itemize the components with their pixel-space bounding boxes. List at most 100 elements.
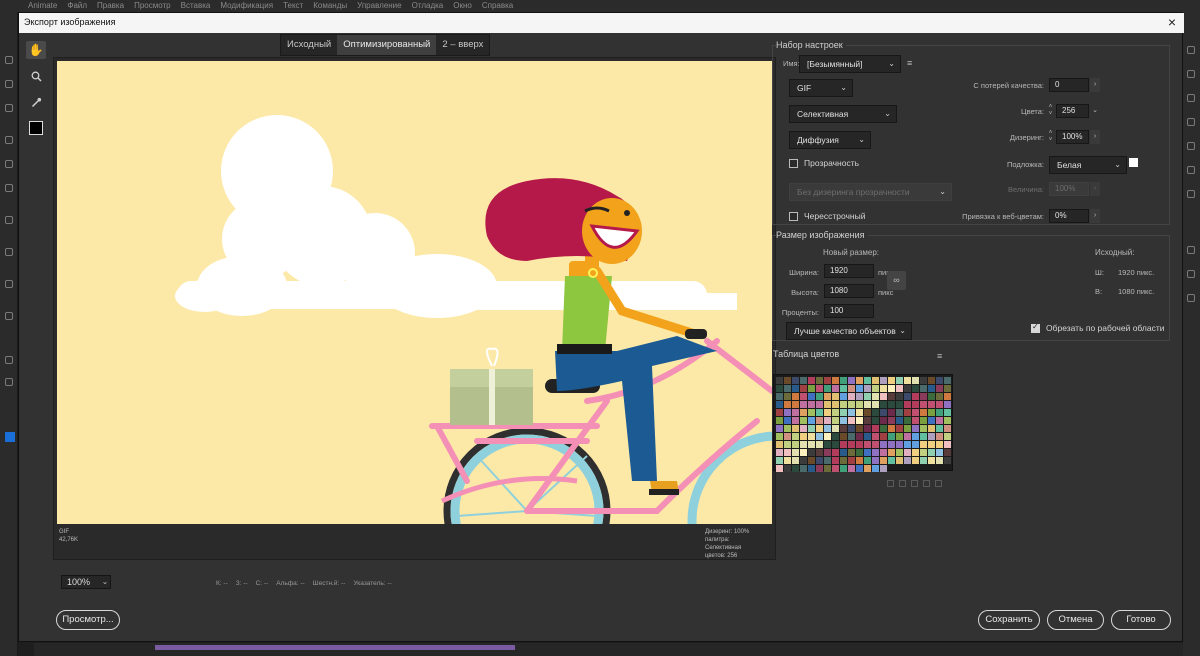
color-table-swatch[interactable] <box>784 409 791 416</box>
color-table-swatch[interactable] <box>944 433 951 440</box>
color-table-swatch[interactable] <box>872 457 879 464</box>
color-table-swatch[interactable] <box>872 465 879 472</box>
color-table-swatch[interactable] <box>864 457 871 464</box>
color-table-swatch[interactable] <box>816 401 823 408</box>
color-table-swatch[interactable] <box>904 449 911 456</box>
color-table-swatch[interactable] <box>864 385 871 392</box>
color-table-swatch[interactable] <box>808 449 815 456</box>
color-table-swatch[interactable] <box>808 457 815 464</box>
color-table-swatch[interactable] <box>896 433 903 440</box>
color-table-swatch[interactable] <box>944 409 951 416</box>
color-table-swatch[interactable] <box>824 433 831 440</box>
hand-tool-icon[interactable] <box>5 356 13 364</box>
color-table-swatch[interactable] <box>872 409 879 416</box>
color-table-swatch[interactable] <box>936 409 943 416</box>
color-table-swatch[interactable] <box>880 401 887 408</box>
color-table-swatch[interactable] <box>824 425 831 432</box>
color-table-swatch[interactable] <box>832 393 839 400</box>
color-table-swatch[interactable] <box>944 401 951 408</box>
color-table-swatch[interactable] <box>840 377 847 384</box>
brush-tool-icon[interactable] <box>5 160 13 168</box>
color-table-swatch[interactable] <box>848 433 855 440</box>
color-table-swatch[interactable] <box>840 393 847 400</box>
color-table-swatch[interactable] <box>824 417 831 424</box>
color-table-swatch[interactable] <box>824 401 831 408</box>
color-table-swatch[interactable] <box>808 409 815 416</box>
color-table-swatch[interactable] <box>848 441 855 448</box>
color-table-swatch[interactable] <box>920 417 927 424</box>
color-table-swatch[interactable] <box>824 441 831 448</box>
color-table-swatch[interactable] <box>808 425 815 432</box>
color-table-swatch[interactable] <box>800 449 807 456</box>
color-table-swatch[interactable] <box>792 393 799 400</box>
color-table-swatch[interactable] <box>920 377 927 384</box>
percent-input[interactable]: 100 <box>824 304 874 318</box>
color-table-swatch[interactable] <box>896 409 903 416</box>
matte-select[interactable]: Белая ⌄ <box>1049 156 1127 174</box>
transparency-dither-select[interactable]: Без дизеринга прозрачности ⌄ <box>789 183 952 201</box>
color-table-swatch[interactable] <box>848 417 855 424</box>
dither-stepper-icon[interactable]: ˄ ˅ <box>1046 130 1055 144</box>
panel-icon[interactable] <box>1187 166 1195 174</box>
color-table-swatch[interactable] <box>800 417 807 424</box>
resample-quality-select[interactable]: Лучше качество объектов ⌄ <box>786 322 912 340</box>
color-table-swatch[interactable] <box>896 393 903 400</box>
color-table-swatch[interactable] <box>840 409 847 416</box>
color-table-swatch[interactable] <box>864 425 871 432</box>
color-table-swatch[interactable] <box>840 417 847 424</box>
menu-item-modify[interactable]: Модификация <box>220 1 273 10</box>
color-table-swatch[interactable] <box>784 385 791 392</box>
color-table-swatch[interactable] <box>864 401 871 408</box>
color-table-swatch[interactable] <box>888 441 895 448</box>
color-table-swatch[interactable] <box>904 401 911 408</box>
dither-algorithm-select[interactable]: Диффузия ⌄ <box>789 131 871 149</box>
color-table-swatch[interactable] <box>928 417 935 424</box>
color-table-swatch[interactable] <box>792 417 799 424</box>
color-table-swatch[interactable] <box>840 465 847 472</box>
color-table-swatch[interactable] <box>800 441 807 448</box>
color-table-swatch[interactable] <box>776 417 783 424</box>
color-table-swatch[interactable] <box>824 465 831 472</box>
color-table-swatch[interactable] <box>888 385 895 392</box>
color-table-swatch[interactable] <box>848 393 855 400</box>
preset-name-select[interactable]: [Безымянный] ⌄ <box>799 55 901 73</box>
hand-tool-icon[interactable]: ✋ <box>26 41 46 59</box>
color-table-swatch[interactable] <box>904 457 911 464</box>
color-table-swatch[interactable] <box>840 433 847 440</box>
color-table-swatch[interactable] <box>920 441 927 448</box>
color-table-swatch[interactable] <box>920 425 927 432</box>
preview-button[interactable]: Просмотр... <box>56 610 120 630</box>
tab-optimized[interactable]: Оптимизированный <box>337 35 437 55</box>
color-table-swatch[interactable] <box>856 393 863 400</box>
color-table-swatch[interactable] <box>792 385 799 392</box>
panel-icon[interactable] <box>1187 46 1195 54</box>
color-table-swatch[interactable] <box>776 425 783 432</box>
color-table-swatch[interactable] <box>896 401 903 408</box>
color-table-swatch[interactable] <box>784 417 791 424</box>
color-table-swatch[interactable] <box>904 417 911 424</box>
color-table-swatch[interactable] <box>800 457 807 464</box>
color-table-swatch[interactable] <box>912 457 919 464</box>
color-table-swatch[interactable] <box>944 393 951 400</box>
color-table-swatch[interactable] <box>920 457 927 464</box>
color-table-swatch[interactable] <box>832 441 839 448</box>
color-table-swatch[interactable] <box>800 409 807 416</box>
color-table-swatch[interactable] <box>848 449 855 456</box>
colors-input[interactable]: 256 <box>1056 104 1089 118</box>
color-table-swatch[interactable] <box>936 393 943 400</box>
width-input[interactable]: 1920 <box>824 264 874 278</box>
dither-input[interactable]: 100% <box>1056 130 1089 144</box>
color-table-swatch[interactable] <box>896 377 903 384</box>
color-table-menu-icon[interactable]: ≡ <box>937 351 942 361</box>
color-table-swatch[interactable] <box>832 449 839 456</box>
color-table-swatch[interactable] <box>880 385 887 392</box>
clip-to-stage-checkbox[interactable] <box>1031 322 1040 333</box>
color-table-swatch[interactable] <box>912 417 919 424</box>
color-table-swatch[interactable] <box>824 385 831 392</box>
close-icon[interactable]: × <box>1168 14 1176 30</box>
color-table-swatch[interactable] <box>848 401 855 408</box>
color-table-swatch[interactable] <box>904 433 911 440</box>
color-table-swatch[interactable] <box>840 425 847 432</box>
color-table-swatch[interactable] <box>880 377 887 384</box>
tab-2-up[interactable]: 2 – вверх <box>436 35 489 55</box>
